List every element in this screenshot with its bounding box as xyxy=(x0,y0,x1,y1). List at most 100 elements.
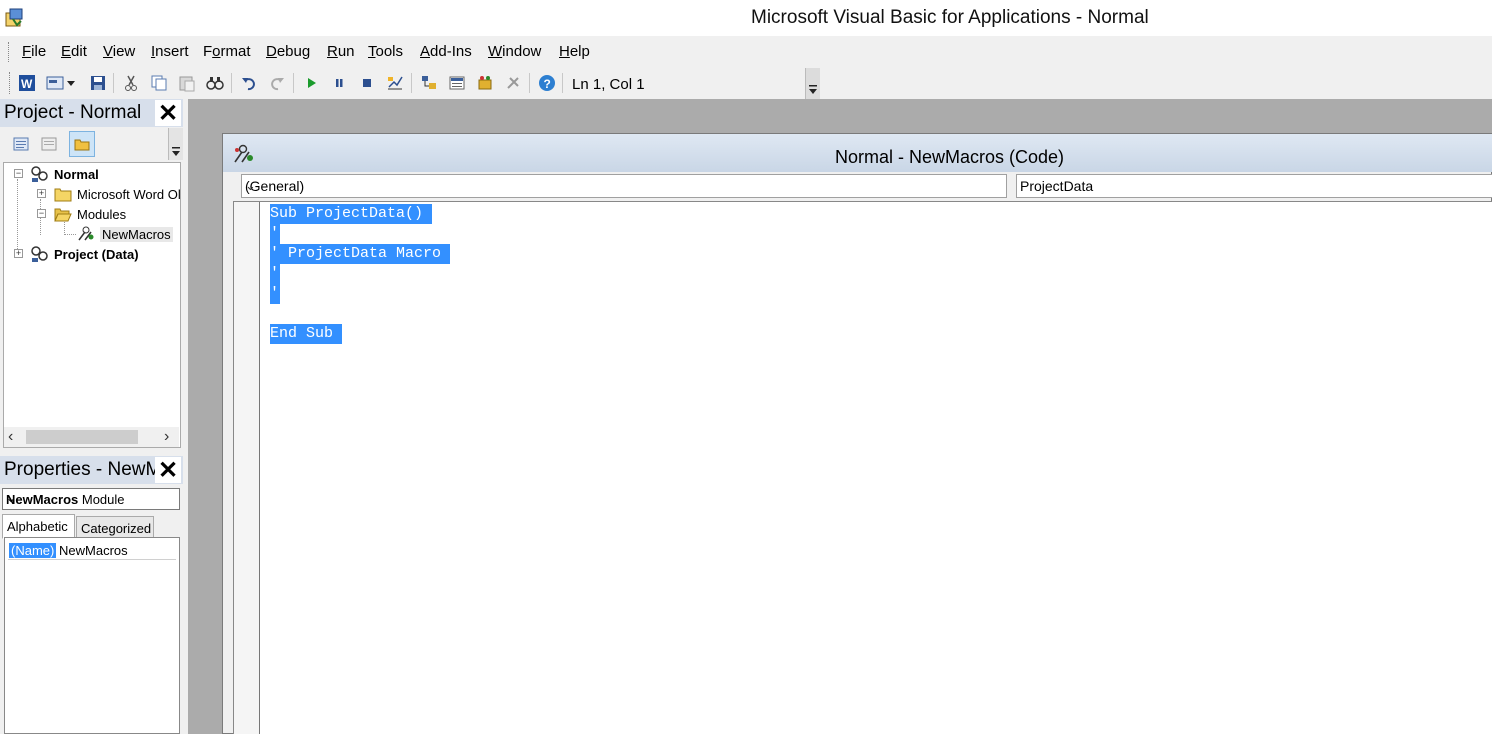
chevron-down-icon[interactable]: ⌄ xyxy=(245,178,1001,194)
folder-icon xyxy=(53,185,73,203)
tree-item-project-data[interactable]: + Project (Data) xyxy=(14,244,139,264)
undo-icon[interactable] xyxy=(238,72,260,94)
vba-app-icon[interactable] xyxy=(4,7,26,29)
help-icon[interactable]: ? xyxy=(536,72,558,94)
window-title: Microsoft Visual Basic for Applications … xyxy=(751,7,1149,28)
copy-icon[interactable] xyxy=(148,72,170,94)
view-code-icon[interactable] xyxy=(8,131,34,157)
save-icon[interactable] xyxy=(87,72,109,94)
toolbar-separator xyxy=(113,73,114,93)
menu-view[interactable]: View xyxy=(103,43,135,60)
scroll-left-icon[interactable]: ‹ xyxy=(8,428,13,446)
tab-alphabetic[interactable]: Alphabetic xyxy=(2,514,75,539)
cut-icon[interactable] xyxy=(120,72,142,94)
menu-window[interactable]: Window xyxy=(488,43,541,60)
code-line[interactable]: ' xyxy=(270,264,450,284)
code-line[interactable] xyxy=(270,304,450,324)
property-value[interactable]: NewMacros xyxy=(59,543,128,558)
collapse-icon[interactable]: − xyxy=(14,169,23,178)
project-toolbar-chevron[interactable] xyxy=(168,128,183,160)
insert-userform-icon[interactable] xyxy=(44,72,66,94)
object-combo[interactable]: (General) ⌄ xyxy=(241,174,1007,198)
view-word-icon[interactable]: W xyxy=(16,72,38,94)
code-line[interactable]: ' xyxy=(270,224,450,244)
tree-connector xyxy=(64,234,76,235)
expand-icon[interactable]: + xyxy=(37,189,46,198)
toolbar-separator xyxy=(293,73,294,93)
procedure-combo-value: ProjectData xyxy=(1020,178,1094,194)
menu-bar: File Edit View Insert Format Debug Run T… xyxy=(0,36,1492,68)
code-window-title: Normal - NewMacros (Code) xyxy=(835,147,1065,167)
code-line[interactable]: ' xyxy=(270,284,450,304)
tree-item-newmacros[interactable]: NewMacros xyxy=(76,224,173,244)
scroll-right-icon[interactable]: › xyxy=(164,428,169,446)
properties-pane-title: Properties - NewM ✕ xyxy=(0,456,183,484)
project-tree: − Normal + Microsoft Word Ol − Modules N… xyxy=(3,162,181,448)
menu-help[interactable]: Help xyxy=(559,43,590,60)
code-window: Normal - NewMacros (Code) (General) ⌄ Pr… xyxy=(222,133,1492,734)
tree-item-normal[interactable]: − Normal xyxy=(14,164,99,184)
object-browser-icon[interactable] xyxy=(474,72,496,94)
menu-grip[interactable] xyxy=(8,42,11,62)
view-object-icon[interactable] xyxy=(36,131,62,157)
property-row[interactable]: (Name) NewMacros xyxy=(8,542,176,560)
redo-icon[interactable] xyxy=(266,72,288,94)
svg-text:?: ? xyxy=(544,77,551,91)
code-lines[interactable]: Sub ProjectData() ' ' ProjectData Macro … xyxy=(270,204,451,344)
toolbox-icon[interactable] xyxy=(502,72,524,94)
menu-format[interactable]: Format xyxy=(203,43,251,60)
vba-project-icon xyxy=(30,165,50,183)
project-explorer-icon[interactable] xyxy=(418,72,440,94)
run-icon[interactable] xyxy=(300,72,322,94)
toolbar-separator xyxy=(231,73,232,93)
menu-add-ins[interactable]: Add-Ins xyxy=(420,43,472,60)
title-bar: Microsoft Visual Basic for Applications … xyxy=(0,0,1492,36)
code-margin-indicator-bar[interactable] xyxy=(234,202,260,734)
toolbar-separator xyxy=(562,73,563,93)
menu-edit[interactable]: Edit xyxy=(61,43,87,60)
find-icon[interactable] xyxy=(204,72,226,94)
cursor-position-indicator: Ln 1, Col 1 xyxy=(566,70,806,96)
paste-icon[interactable] xyxy=(176,72,198,94)
code-line[interactable]: Sub ProjectData() xyxy=(270,204,450,224)
break-icon[interactable] xyxy=(328,72,350,94)
tab-categorized[interactable]: Categorized xyxy=(76,516,154,538)
standard-toolbar: W ? Ln 1, Col 1 xyxy=(0,68,820,99)
properties-object-combo[interactable]: NewMacros Module ⌄ xyxy=(2,488,180,510)
collapse-icon[interactable]: − xyxy=(37,209,46,218)
toolbar-options-chevron[interactable] xyxy=(805,68,820,99)
menu-debug[interactable]: Debug xyxy=(266,43,310,60)
menu-insert[interactable]: Insert xyxy=(151,43,189,60)
project-pane-title: Project - Normal ✕ xyxy=(0,99,183,127)
properties-grid: (Name) NewMacros xyxy=(4,537,180,734)
chevron-down-icon[interactable]: ⌄ xyxy=(6,491,176,505)
tree-item-modules[interactable]: − Modules xyxy=(37,204,126,224)
close-icon[interactable]: ✕ xyxy=(155,457,181,484)
svg-text:W: W xyxy=(21,77,33,91)
toggle-folders-icon[interactable] xyxy=(69,131,95,157)
code-editor[interactable]: Sub ProjectData() ' ' ProjectData Macro … xyxy=(233,201,1492,734)
menu-tools[interactable]: Tools xyxy=(368,43,403,60)
reset-icon[interactable] xyxy=(356,72,378,94)
project-tree-hscrollbar[interactable]: ‹ › xyxy=(4,427,179,447)
code-line[interactable]: ' ProjectData Macro xyxy=(270,244,451,264)
properties-window-icon[interactable] xyxy=(446,72,468,94)
vba-project-icon xyxy=(30,245,50,263)
procedure-combo[interactable]: ProjectData xyxy=(1016,174,1492,198)
toolbar-separator xyxy=(411,73,412,93)
design-mode-icon[interactable] xyxy=(384,72,406,94)
open-folder-icon xyxy=(53,205,73,223)
close-icon[interactable]: ✕ xyxy=(155,100,181,127)
property-name[interactable]: (Name) xyxy=(9,543,57,558)
scroll-thumb[interactable] xyxy=(26,430,138,444)
insert-dropdown-icon[interactable] xyxy=(64,72,78,94)
toolbar-grip[interactable] xyxy=(9,72,12,94)
code-line[interactable]: End Sub xyxy=(270,324,450,344)
tree-item-microsoft-word-objects[interactable]: + Microsoft Word Ol xyxy=(37,184,180,204)
menu-file[interactable]: File xyxy=(22,43,46,60)
expand-icon[interactable]: + xyxy=(14,249,23,258)
properties-pane-title-text: Properties - NewM xyxy=(4,459,162,480)
module-icon xyxy=(76,225,96,243)
module-icon[interactable] xyxy=(232,143,256,165)
menu-run[interactable]: Run xyxy=(327,43,355,60)
